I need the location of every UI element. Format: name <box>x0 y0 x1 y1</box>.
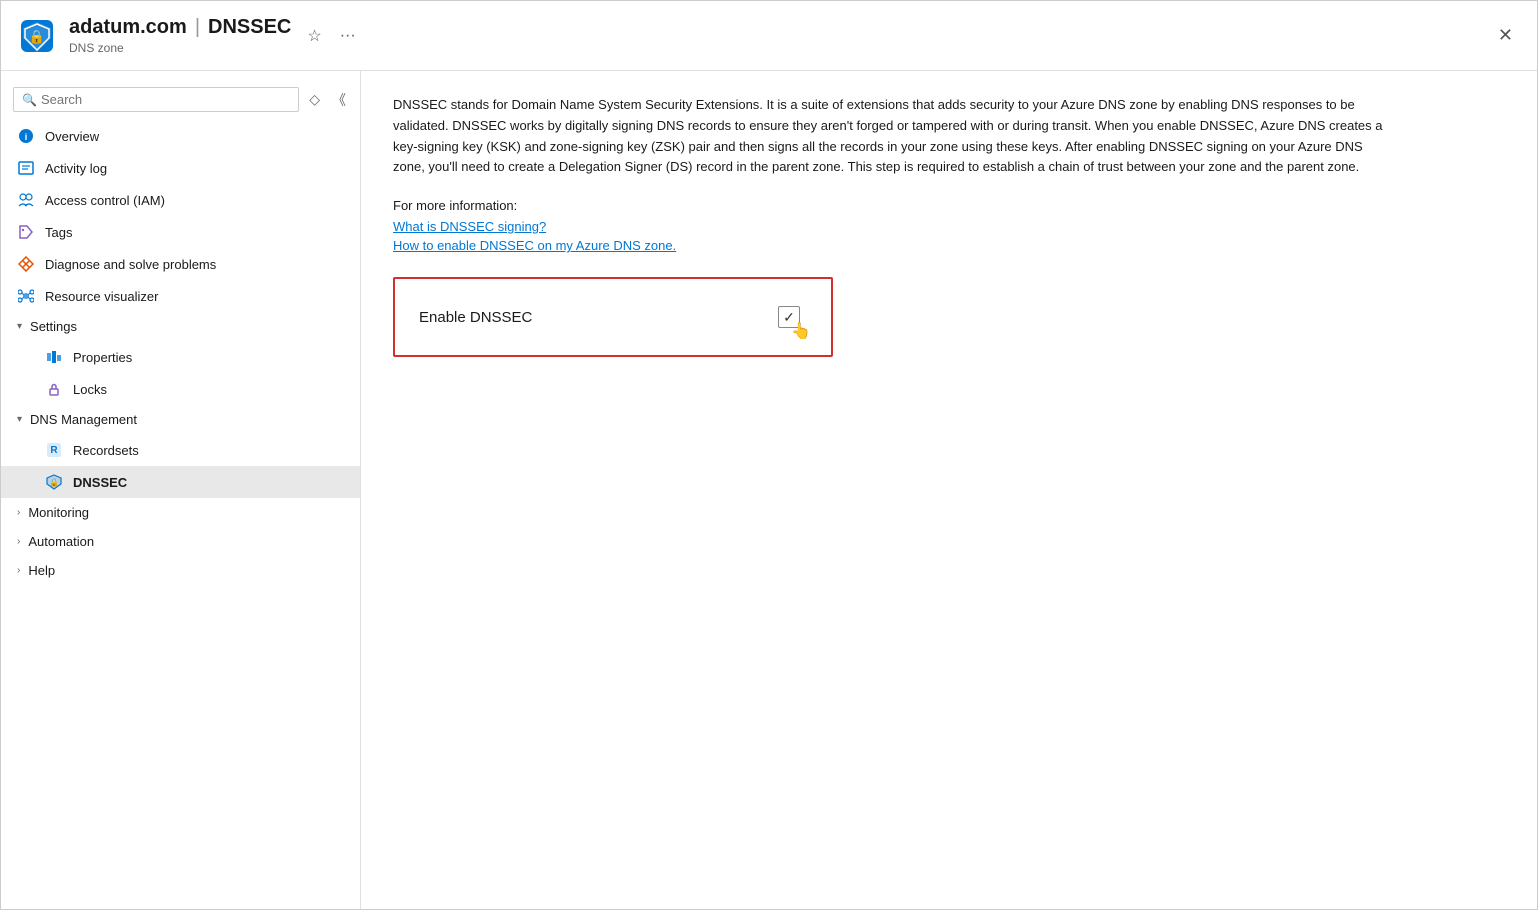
activity-icon <box>17 159 35 177</box>
svg-text:🔒: 🔒 <box>49 478 59 487</box>
svg-text:🔒: 🔒 <box>29 29 45 44</box>
filter-button[interactable]: ◇ <box>307 89 322 110</box>
dnssec-icon: 🔒 <box>45 473 63 491</box>
header-actions: ☆ ··· <box>303 24 359 48</box>
tags-icon <box>17 223 35 241</box>
activity-log-label: Activity log <box>45 161 344 176</box>
settings-label: Settings <box>30 319 77 334</box>
dns-management-label: DNS Management <box>30 412 137 427</box>
search-icon: 🔍 <box>22 93 37 107</box>
resource-visualizer-label: Resource visualizer <box>45 289 344 304</box>
resource-icon <box>17 287 35 305</box>
section-automation[interactable]: › Automation <box>1 527 360 556</box>
svg-text:R: R <box>50 445 58 456</box>
section-help[interactable]: › Help <box>1 556 360 585</box>
help-chevron-icon: › <box>17 565 20 576</box>
dns-management-chevron-icon: ▾ <box>17 414 22 425</box>
dnssec-description: DNSSEC stands for Domain Name System Sec… <box>393 95 1393 178</box>
diagnose-icon <box>17 255 35 273</box>
section-settings[interactable]: ▾ Settings <box>1 312 360 341</box>
sidebar-item-overview[interactable]: i Overview <box>1 120 360 152</box>
iam-label: Access control (IAM) <box>45 193 344 208</box>
favorite-button[interactable]: ☆ <box>303 24 325 48</box>
diagnose-label: Diagnose and solve problems <box>45 257 344 272</box>
tags-label: Tags <box>45 225 344 240</box>
content-area: DNSSEC stands for Domain Name System Sec… <box>361 71 1537 909</box>
search-input[interactable] <box>41 92 290 107</box>
sidebar: 🔍 ◇ 《 i Overview <box>1 71 361 909</box>
collapse-sidebar-button[interactable]: 《 <box>330 88 348 112</box>
cursor-pointer-icon: 👆 <box>791 321 811 341</box>
sidebar-item-recordsets[interactable]: R Recordsets <box>1 434 360 466</box>
header-subtitle: DNS zone <box>69 41 291 55</box>
how-to-enable-link[interactable]: How to enable DNSSEC on my Azure DNS zon… <box>393 238 1505 253</box>
sidebar-item-diagnose[interactable]: Diagnose and solve problems <box>1 248 360 280</box>
sidebar-item-tags[interactable]: Tags <box>1 216 360 248</box>
locks-label: Locks <box>73 382 344 397</box>
section-monitoring[interactable]: › Monitoring <box>1 498 360 527</box>
sidebar-item-properties[interactable]: Properties <box>1 341 360 373</box>
separator: | <box>195 16 200 39</box>
more-options-button[interactable]: ··· <box>336 25 360 47</box>
main-layout: 🔍 ◇ 《 i Overview <box>1 71 1537 909</box>
recordsets-label: Recordsets <box>73 443 344 458</box>
header-title-group: adatum.com | DNSSEC DNS zone <box>69 16 291 55</box>
settings-chevron-icon: ▾ <box>17 321 22 332</box>
domain-name: adatum.com <box>69 16 187 39</box>
automation-label: Automation <box>28 534 94 549</box>
enable-dnssec-checkbox-container: ✓ 👆 <box>771 299 807 335</box>
recordsets-icon: R <box>45 441 63 459</box>
more-info-label: For more information: <box>393 198 1505 213</box>
dns-zone-icon: 🔒 <box>17 16 57 56</box>
monitoring-chevron-icon: › <box>17 507 20 518</box>
sidebar-item-resource-visualizer[interactable]: Resource visualizer <box>1 280 360 312</box>
monitoring-label: Monitoring <box>28 505 89 520</box>
page-name: DNSSEC <box>208 16 291 39</box>
what-is-dnssec-link[interactable]: What is DNSSEC signing? <box>393 219 1505 234</box>
iam-icon <box>17 191 35 209</box>
overview-icon: i <box>17 127 35 145</box>
search-input-wrapper[interactable]: 🔍 <box>13 87 299 112</box>
dnssec-label: DNSSEC <box>73 475 344 490</box>
automation-chevron-icon: › <box>17 536 20 547</box>
more-info-section: For more information: What is DNSSEC sig… <box>393 198 1505 253</box>
overview-label: Overview <box>45 129 344 144</box>
close-button[interactable]: ✕ <box>1490 21 1521 50</box>
sidebar-item-locks[interactable]: Locks <box>1 373 360 405</box>
properties-label: Properties <box>73 350 344 365</box>
sidebar-item-activity-log[interactable]: Activity log <box>1 152 360 184</box>
search-container: 🔍 ◇ 《 <box>1 79 360 120</box>
enable-dnssec-box[interactable]: Enable DNSSEC ✓ 👆 <box>393 277 833 357</box>
locks-icon <box>45 380 63 398</box>
page-title: adatum.com | DNSSEC <box>69 16 291 39</box>
properties-icon <box>45 348 63 366</box>
enable-dnssec-label: Enable DNSSEC <box>419 309 532 326</box>
section-dns-management[interactable]: ▾ DNS Management <box>1 405 360 434</box>
close-icon: ✕ <box>1498 25 1513 45</box>
sidebar-item-iam[interactable]: Access control (IAM) <box>1 184 360 216</box>
help-label: Help <box>28 563 55 578</box>
page-header: 🔒 adatum.com | DNSSEC DNS zone ☆ ··· ✕ <box>1 1 1537 71</box>
svg-text:i: i <box>25 132 28 142</box>
sidebar-item-dnssec[interactable]: 🔒 DNSSEC <box>1 466 360 498</box>
